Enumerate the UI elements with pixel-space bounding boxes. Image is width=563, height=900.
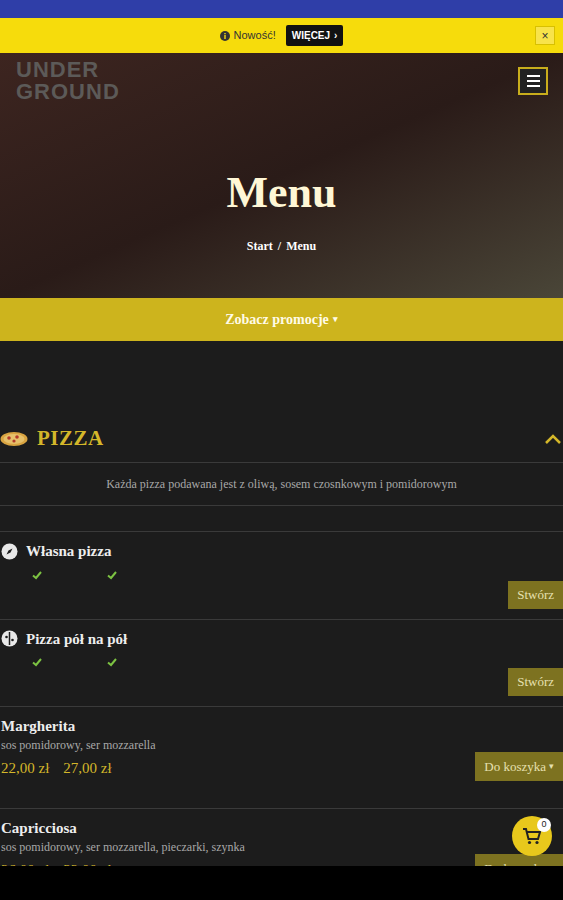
price: 32,00 zł [63,859,111,867]
breadcrumb-current: Menu [286,237,316,255]
price-list: 22,00 zł 27,00 zł [1,757,112,779]
close-button[interactable]: × [535,26,555,45]
price: 22,00 zł [1,757,49,779]
menu-button[interactable] [518,67,548,95]
item-name: Pizza pół na pół [26,628,127,651]
notice-text: Nowość! [234,27,276,44]
hero: UNDERGROUNDMenuStart/Menu [0,53,563,298]
create-button[interactable]: Stwórz [508,581,563,609]
item-name: Własna pizza [26,540,111,563]
pizza-half-icon [1,630,18,647]
status-strip [0,0,563,18]
add-to-cart-button[interactable]: Do koszyka▾ [475,854,563,866]
check-icon [31,569,43,581]
product-item: Capricciosasos pomidorowy, ser mozzarell… [0,809,563,866]
chevron-up-icon [543,433,563,445]
info-icon [220,31,230,41]
menu-content: PIZZA Każda pizza podawana jest z oliwą, … [0,341,563,866]
app: Nowość!WIĘCEJ›×UNDERGROUNDMenuStart/Menu… [0,0,563,900]
check-icon [106,656,118,668]
feature-checks [1,569,563,581]
check-icon [106,569,118,581]
compass-icon [1,543,18,560]
section-title: PIZZA [37,423,104,455]
cart-count-badge: 0 [537,818,551,832]
builder-item: Własna pizza Stwórz [0,532,563,620]
breadcrumb-link[interactable]: Start [247,237,273,255]
add-to-cart-button[interactable]: Do koszyka▾ [475,752,563,781]
nav-bar [0,866,563,900]
logo[interactable]: UNDERGROUND [16,59,120,103]
more-button[interactable]: WIĘCEJ› [286,25,344,46]
price: 26,00 zł [1,859,49,867]
item-name: Margherita [1,716,563,736]
item-name: Capricciosa [1,818,563,838]
price: 27,00 zł [63,757,111,779]
breadcrumb: Start/Menu [247,237,316,255]
section-description: Każda pizza podawana jest z oliwą, sosem… [0,463,563,506]
promo-bar[interactable]: Zobacz promocje▾ [0,298,563,341]
builder-item: Pizza pół na pół Stwórz [0,620,563,708]
price-list: 26,00 zł 32,00 zł [1,859,112,867]
feature-checks [1,656,563,668]
create-button[interactable]: Stwórz [508,668,563,696]
check-icon [31,656,43,668]
notice-bar: Nowość! WIĘCEJ› × [0,18,563,53]
cart-button[interactable]: 0 [512,816,552,856]
pizza-icon [0,431,28,447]
product-item: Margheritasos pomidorowy, ser mozzarella… [0,707,563,809]
page-title: Menu [227,165,337,221]
section-header[interactable]: PIZZA [0,415,563,463]
